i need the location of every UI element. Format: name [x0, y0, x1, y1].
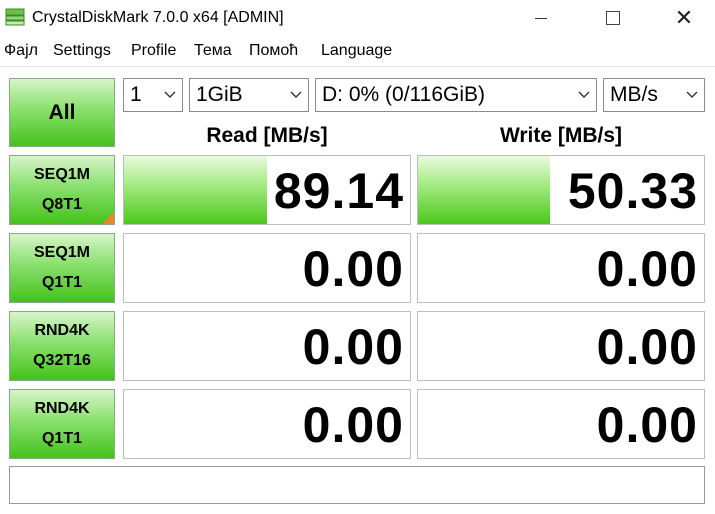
write-result-cell: 0.00 — [417, 389, 705, 459]
title-bar: CrystalDiskMark 7.0.0 x64 [ADMIN] ✕ — [0, 0, 715, 36]
app-icon — [5, 8, 25, 26]
maximize-icon — [606, 11, 620, 25]
drive-value: D: 0% (0/116GiB) — [322, 83, 486, 106]
chevron-down-icon — [578, 91, 590, 98]
minimize-icon — [535, 17, 547, 19]
read-value: 0.00 — [302, 319, 404, 375]
all-button[interactable]: All — [9, 78, 115, 147]
test-button-seq1m-q1t1[interactable]: SEQ1M Q1T1 — [9, 233, 115, 303]
read-value: 0.00 — [302, 241, 404, 297]
read-progress-bar — [124, 156, 267, 224]
test-button-line1: RND4K — [34, 400, 90, 417]
size-value: 1GiB — [196, 83, 243, 106]
read-result-cell: 0.00 — [123, 311, 411, 381]
chevron-down-icon — [164, 91, 176, 98]
unit-value: MB/s — [610, 83, 658, 106]
menu-bar: Фајл Settings Profile Тема Помоћ Languag… — [0, 38, 715, 64]
write-result-cell: 50.33 — [417, 155, 705, 225]
test-button-line2: Q1T1 — [41, 430, 82, 447]
close-button[interactable]: ✕ — [655, 0, 713, 36]
menu-separator — [0, 66, 715, 67]
write-value: 0.00 — [596, 241, 698, 297]
test-button-rnd4k-q32t16[interactable]: RND4K Q32T16 — [9, 311, 115, 381]
write-result-cell: 0.00 — [417, 233, 705, 303]
count-value: 1 — [130, 83, 142, 106]
test-button-line1: RND4K — [34, 322, 90, 339]
read-value: 0.00 — [302, 397, 404, 453]
maximize-button[interactable] — [584, 0, 642, 36]
chevron-down-icon — [290, 91, 302, 98]
read-header: Read [MB/s] — [206, 124, 328, 147]
unit-select[interactable]: MB/s — [603, 78, 705, 112]
menu-settings[interactable]: Settings — [53, 42, 111, 60]
comment-field[interactable] — [9, 466, 705, 504]
active-marker — [102, 212, 114, 224]
test-button-line2: Q8T1 — [41, 196, 82, 213]
write-result-cell: 0.00 — [417, 311, 705, 381]
menu-file[interactable]: Фајл — [4, 42, 38, 60]
write-progress-bar — [418, 156, 550, 224]
test-button-rnd4k-q1t1[interactable]: RND4K Q1T1 — [9, 389, 115, 459]
read-result-cell: 0.00 — [123, 233, 411, 303]
drive-select[interactable]: D: 0% (0/116GiB) — [315, 78, 597, 112]
write-header: Write [MB/s] — [499, 124, 623, 147]
window-title: CrystalDiskMark 7.0.0 x64 [ADMIN] — [32, 9, 284, 26]
read-result-cell: 0.00 — [123, 389, 411, 459]
size-select[interactable]: 1GiB — [189, 78, 309, 112]
all-button-label: All — [48, 100, 76, 124]
test-button-line1: SEQ1M — [33, 166, 90, 183]
chevron-down-icon — [686, 91, 698, 98]
write-value: 0.00 — [596, 397, 698, 453]
menu-language[interactable]: Language — [321, 42, 392, 60]
test-button-line2: Q1T1 — [41, 274, 82, 291]
test-button-line1: SEQ1M — [33, 244, 90, 261]
close-icon: ✕ — [674, 5, 694, 30]
write-value: 50.33 — [567, 163, 698, 219]
test-button-line2: Q32T16 — [33, 352, 91, 369]
menu-theme[interactable]: Тема — [194, 42, 232, 60]
write-value: 0.00 — [596, 319, 698, 375]
menu-profile[interactable]: Profile — [131, 42, 176, 60]
count-select[interactable]: 1 — [123, 78, 183, 112]
read-value: 89.14 — [273, 163, 404, 219]
read-result-cell: 89.14 — [123, 155, 411, 225]
menu-help[interactable]: Помоћ — [249, 42, 298, 60]
minimize-button[interactable] — [512, 0, 570, 36]
test-button-seq1m-q8t1[interactable]: SEQ1M Q8T1 — [9, 155, 115, 225]
